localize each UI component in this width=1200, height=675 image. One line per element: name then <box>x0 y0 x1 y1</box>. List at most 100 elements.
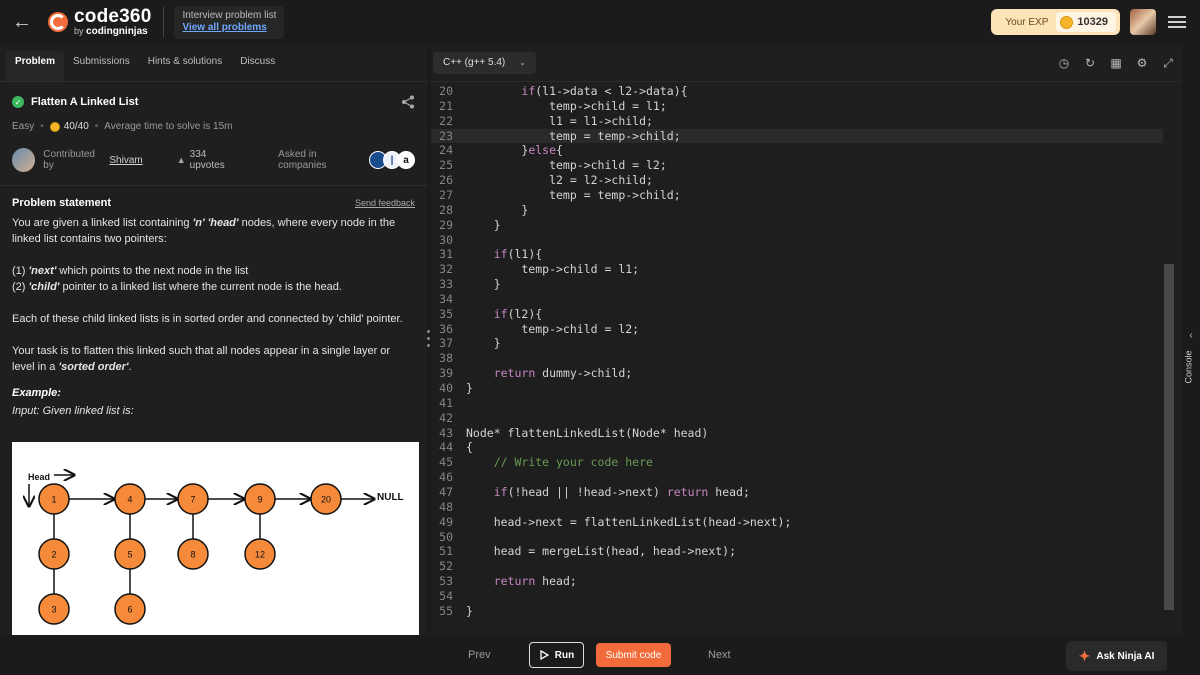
code-line[interactable]: 21 temp->child = l1; <box>431 99 1163 114</box>
code-text: }else{ <box>466 143 563 158</box>
line-number: 28 <box>439 202 453 217</box>
tab-submissions[interactable]: Submissions <box>64 51 139 81</box>
problem-statement-body: You are given a linked list containing '… <box>12 217 403 373</box>
line-number: 24 <box>439 143 453 158</box>
null-label: NULL <box>377 492 404 503</box>
code-line[interactable]: 53 return head; <box>431 574 1163 589</box>
code-line[interactable]: 36 temp->child = l2; <box>431 322 1163 337</box>
line-number: 50 <box>439 529 453 544</box>
code-line[interactable]: 40} <box>431 381 1163 396</box>
code-text: } <box>466 277 501 292</box>
line-number: 45 <box>439 455 453 470</box>
code-line[interactable]: 25 temp->child = l2; <box>431 158 1163 173</box>
code-line[interactable]: 30 <box>431 233 1163 248</box>
submit-code-button[interactable]: Submit code <box>596 643 671 667</box>
back-arrow-icon[interactable]: ← <box>0 0 44 44</box>
code-text: temp->child = l2; <box>466 158 667 173</box>
run-button[interactable]: Run <box>529 642 584 668</box>
code-line[interactable]: 49 head->next = flattenLinkedList(head->… <box>431 515 1163 530</box>
line-number: 31 <box>439 247 453 262</box>
code-line[interactable]: 20 if(l1->data < l2->data){ <box>431 84 1163 99</box>
code-line[interactable]: 22 l1 = l1->child; <box>431 114 1163 129</box>
bottom-bar: Prev Run Submit code Next ✦ Ask Ninja AI <box>0 635 1200 675</box>
contributor-name-link[interactable]: Shivam <box>109 155 142 166</box>
line-number: 27 <box>439 187 453 202</box>
code-line[interactable]: 37 } <box>431 336 1163 351</box>
layout-icon[interactable]: ▦ <box>1110 57 1122 69</box>
prev-button[interactable]: Prev <box>468 649 491 661</box>
code-line[interactable]: 50 <box>431 530 1163 545</box>
code-text: if(l1->data < l2->data){ <box>521 84 688 98</box>
code-line[interactable]: 54 <box>431 589 1163 604</box>
list-node-label: 20 <box>321 495 331 505</box>
code-line[interactable]: 33 } <box>431 277 1163 292</box>
code-line[interactable]: 31 if(l1){ <box>431 247 1163 262</box>
code-text: } <box>466 217 501 232</box>
code-line[interactable]: 52 <box>431 559 1163 574</box>
code360-logo[interactable]: code360 by codingninjas <box>44 0 151 44</box>
upvote-button[interactable]: ▲ 334 upvotes <box>177 149 242 171</box>
view-all-problems-link[interactable]: View all problems <box>182 22 276 35</box>
code-line[interactable]: 34 <box>431 292 1163 307</box>
code-line[interactable]: 45 // Write your code here <box>431 455 1163 470</box>
send-feedback-link[interactable]: Send feedback <box>355 198 415 208</box>
logo-company: codingninjas <box>86 26 148 37</box>
code-line[interactable]: 51 head = mergeList(head, head->next); <box>431 544 1163 559</box>
code-text: // Write your code here <box>466 455 653 470</box>
line-number: 48 <box>439 499 453 514</box>
console-toggle[interactable]: ‹ Console <box>1182 330 1200 390</box>
code-line[interactable]: 44 { <box>431 440 1163 455</box>
list-node-label: 7 <box>190 495 195 505</box>
line-number: 22 <box>439 113 453 128</box>
code-text: { <box>466 440 473 455</box>
code-line[interactable]: 23 temp = temp->child; <box>431 128 1163 144</box>
reset-icon[interactable]: ↻ <box>1084 57 1096 69</box>
code-editor[interactable]: 20 if(l1->data < l2->data){21 temp->chil… <box>431 84 1176 624</box>
code-line[interactable]: 43 Node* flattenLinkedList(Node* head) <box>431 426 1163 441</box>
tab-discuss[interactable]: Discuss <box>231 51 284 81</box>
code-line[interactable]: 35 if(l2){ <box>431 307 1163 322</box>
language-select[interactable]: C++ (g++ 5.4) ⌄ <box>433 51 536 74</box>
company-logos[interactable]: | a <box>368 151 415 169</box>
line-number: 54 <box>439 588 453 603</box>
user-avatar[interactable] <box>1130 9 1156 35</box>
exp-label: Your EXP <box>1005 16 1049 28</box>
settings-gear-icon[interactable]: ⚙ <box>1136 57 1148 69</box>
code-text: } <box>466 603 473 618</box>
header-divider <box>163 7 165 37</box>
menu-icon[interactable] <box>1168 16 1186 28</box>
code-line[interactable]: 41 <box>431 396 1163 411</box>
editor-scrollbar[interactable] <box>1164 264 1174 610</box>
next-button[interactable]: Next <box>708 649 731 661</box>
code-line[interactable]: 27 temp = temp->child; <box>431 188 1163 203</box>
code-line[interactable]: 46 <box>431 470 1163 485</box>
code-line[interactable]: 28 } <box>431 203 1163 218</box>
code-text: temp = temp->child; <box>466 187 681 202</box>
share-icon[interactable] <box>401 95 415 109</box>
example-input-label: Input: Given linked list is: <box>12 405 134 417</box>
code-line[interactable]: 47 if(!head || !head->next) return head; <box>431 485 1163 500</box>
logo-by: by <box>74 26 84 36</box>
fullscreen-icon[interactable]: ⤢ <box>1162 57 1174 69</box>
code-line[interactable]: 24 }else{ <box>431 143 1163 158</box>
ninja-ai-icon: ✦ <box>1078 647 1091 664</box>
upvote-arrow-icon: ▲ <box>176 155 186 165</box>
code-line[interactable]: 26 l2 = l2->child; <box>431 173 1163 188</box>
code-text: temp->child = l1; <box>466 98 667 113</box>
breadcrumb: Interview problem list View all problems <box>174 5 285 39</box>
code-line[interactable]: 55} <box>431 604 1163 619</box>
code-line[interactable]: 42 <box>431 411 1163 426</box>
code-line[interactable]: 38 <box>431 351 1163 366</box>
timer-icon[interactable]: ◷ <box>1058 57 1070 69</box>
tab-hints-solutions[interactable]: Hints & solutions <box>139 51 231 81</box>
line-number: 30 <box>439 232 453 247</box>
ask-ninja-ai-button[interactable]: ✦ Ask Ninja AI <box>1066 641 1167 671</box>
code-line[interactable]: 39 return dummy->child; <box>431 366 1163 381</box>
line-number: 47 <box>439 484 453 499</box>
exp-badge[interactable]: Your EXP 10329 <box>991 9 1120 35</box>
exp-value: 10329 <box>1077 16 1108 28</box>
code-line[interactable]: 32 temp->child = l1; <box>431 262 1163 277</box>
code-line[interactable]: 48 <box>431 500 1163 515</box>
tab-problem[interactable]: Problem <box>6 51 65 81</box>
code-line[interactable]: 29 } <box>431 218 1163 233</box>
